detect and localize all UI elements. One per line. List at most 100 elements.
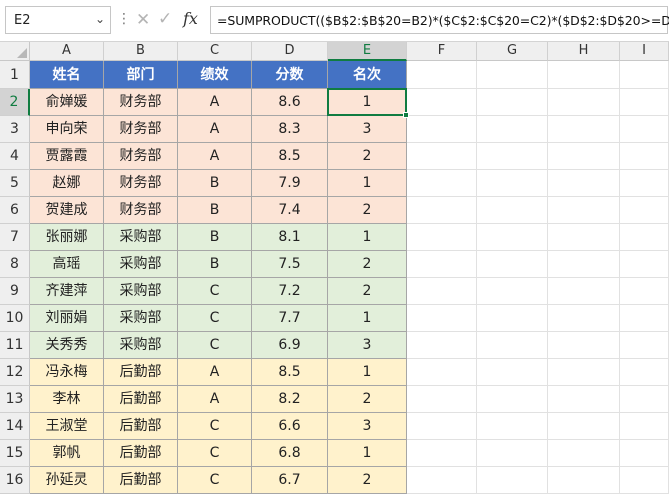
table-cell[interactable]: 申向荣 (30, 116, 104, 143)
empty-cell[interactable] (620, 359, 669, 386)
empty-cell[interactable] (548, 197, 620, 224)
table-header-cell[interactable]: 绩效 (178, 61, 252, 89)
table-header-cell[interactable]: 分数 (252, 61, 328, 89)
empty-cell[interactable] (407, 386, 477, 413)
row-header-16[interactable]: 16 (0, 467, 30, 494)
table-cell[interactable]: 2 (328, 386, 407, 413)
table-cell[interactable]: 采购部 (104, 305, 178, 332)
table-cell[interactable]: 7.7 (252, 305, 328, 332)
empty-cell[interactable] (548, 89, 620, 116)
empty-cell[interactable] (477, 332, 548, 359)
table-cell[interactable]: 王淑堂 (30, 413, 104, 440)
table-cell[interactable]: 采购部 (104, 332, 178, 359)
table-cell[interactable]: 7.2 (252, 278, 328, 305)
table-cell[interactable]: 后勤部 (104, 359, 178, 386)
empty-cell[interactable] (548, 440, 620, 467)
active-cell-selection[interactable] (327, 88, 409, 118)
table-cell[interactable]: 张丽娜 (30, 224, 104, 251)
empty-cell[interactable] (477, 440, 548, 467)
table-cell[interactable]: 财务部 (104, 89, 178, 116)
table-cell[interactable]: 6.9 (252, 332, 328, 359)
table-cell[interactable]: 高瑶 (30, 251, 104, 278)
empty-cell[interactable] (548, 332, 620, 359)
empty-cell[interactable] (407, 359, 477, 386)
table-cell[interactable]: 后勤部 (104, 440, 178, 467)
empty-cell[interactable] (407, 224, 477, 251)
insert-function-icon[interactable]: fx (183, 9, 198, 28)
empty-cell[interactable] (620, 305, 669, 332)
empty-cell[interactable] (548, 305, 620, 332)
table-cell[interactable]: 赵娜 (30, 170, 104, 197)
table-cell[interactable]: 8.2 (252, 386, 328, 413)
empty-cell[interactable] (548, 224, 620, 251)
empty-cell[interactable] (548, 251, 620, 278)
table-cell[interactable]: 贺建成 (30, 197, 104, 224)
table-cell[interactable]: C (178, 413, 252, 440)
table-cell[interactable]: 3 (328, 413, 407, 440)
row-header-2[interactable]: 2 (0, 89, 30, 116)
empty-cell[interactable] (620, 224, 669, 251)
empty-cell[interactable] (548, 61, 620, 89)
column-header-b[interactable]: B (104, 42, 178, 61)
empty-cell[interactable] (477, 61, 548, 89)
table-cell[interactable]: 1 (328, 224, 407, 251)
table-cell[interactable]: 1 (328, 170, 407, 197)
table-cell[interactable]: 7.9 (252, 170, 328, 197)
table-cell[interactable]: 8.3 (252, 116, 328, 143)
cancel-icon[interactable]: ✕ (136, 10, 150, 30)
table-cell[interactable]: 李林 (30, 386, 104, 413)
row-header-3[interactable]: 3 (0, 116, 30, 143)
empty-cell[interactable] (407, 143, 477, 170)
column-header-e[interactable]: E (328, 42, 407, 61)
row-header-4[interactable]: 4 (0, 143, 30, 170)
table-cell[interactable]: A (178, 89, 252, 116)
table-cell[interactable]: 关秀秀 (30, 332, 104, 359)
empty-cell[interactable] (407, 170, 477, 197)
table-cell[interactable]: B (178, 170, 252, 197)
empty-cell[interactable] (548, 116, 620, 143)
table-cell[interactable]: A (178, 143, 252, 170)
empty-cell[interactable] (477, 224, 548, 251)
table-cell[interactable]: 采购部 (104, 224, 178, 251)
empty-cell[interactable] (620, 440, 669, 467)
table-cell[interactable]: 采购部 (104, 278, 178, 305)
table-cell[interactable]: 孙延灵 (30, 467, 104, 494)
table-cell[interactable]: A (178, 386, 252, 413)
enter-icon[interactable]: ✓ (158, 9, 172, 29)
table-cell[interactable]: 财务部 (104, 116, 178, 143)
empty-cell[interactable] (407, 305, 477, 332)
table-cell[interactable]: B (178, 251, 252, 278)
column-header-c[interactable]: C (178, 42, 252, 61)
empty-cell[interactable] (477, 251, 548, 278)
table-cell[interactable]: C (178, 305, 252, 332)
table-cell[interactable]: 后勤部 (104, 386, 178, 413)
empty-cell[interactable] (620, 278, 669, 305)
empty-cell[interactable] (407, 413, 477, 440)
empty-cell[interactable] (477, 170, 548, 197)
empty-cell[interactable] (407, 61, 477, 89)
row-header-7[interactable]: 7 (0, 224, 30, 251)
table-header-cell[interactable]: 名次 (328, 61, 407, 89)
table-cell[interactable]: A (178, 359, 252, 386)
empty-cell[interactable] (477, 467, 548, 494)
empty-cell[interactable] (477, 305, 548, 332)
table-cell[interactable]: C (178, 467, 252, 494)
table-cell[interactable]: 郭帆 (30, 440, 104, 467)
table-cell[interactable]: 2 (328, 251, 407, 278)
table-header-cell[interactable]: 姓名 (30, 61, 104, 89)
table-cell[interactable]: 2 (328, 197, 407, 224)
table-cell[interactable]: 财务部 (104, 170, 178, 197)
row-header-10[interactable]: 10 (0, 305, 30, 332)
empty-cell[interactable] (548, 359, 620, 386)
empty-cell[interactable] (548, 413, 620, 440)
table-header-cell[interactable]: 部门 (104, 61, 178, 89)
empty-cell[interactable] (620, 170, 669, 197)
empty-cell[interactable] (620, 116, 669, 143)
row-header-13[interactable]: 13 (0, 386, 30, 413)
column-header-g[interactable]: G (477, 42, 548, 61)
table-cell[interactable]: 7.5 (252, 251, 328, 278)
empty-cell[interactable] (477, 278, 548, 305)
table-cell[interactable]: 2 (328, 143, 407, 170)
empty-cell[interactable] (548, 170, 620, 197)
empty-cell[interactable] (548, 467, 620, 494)
